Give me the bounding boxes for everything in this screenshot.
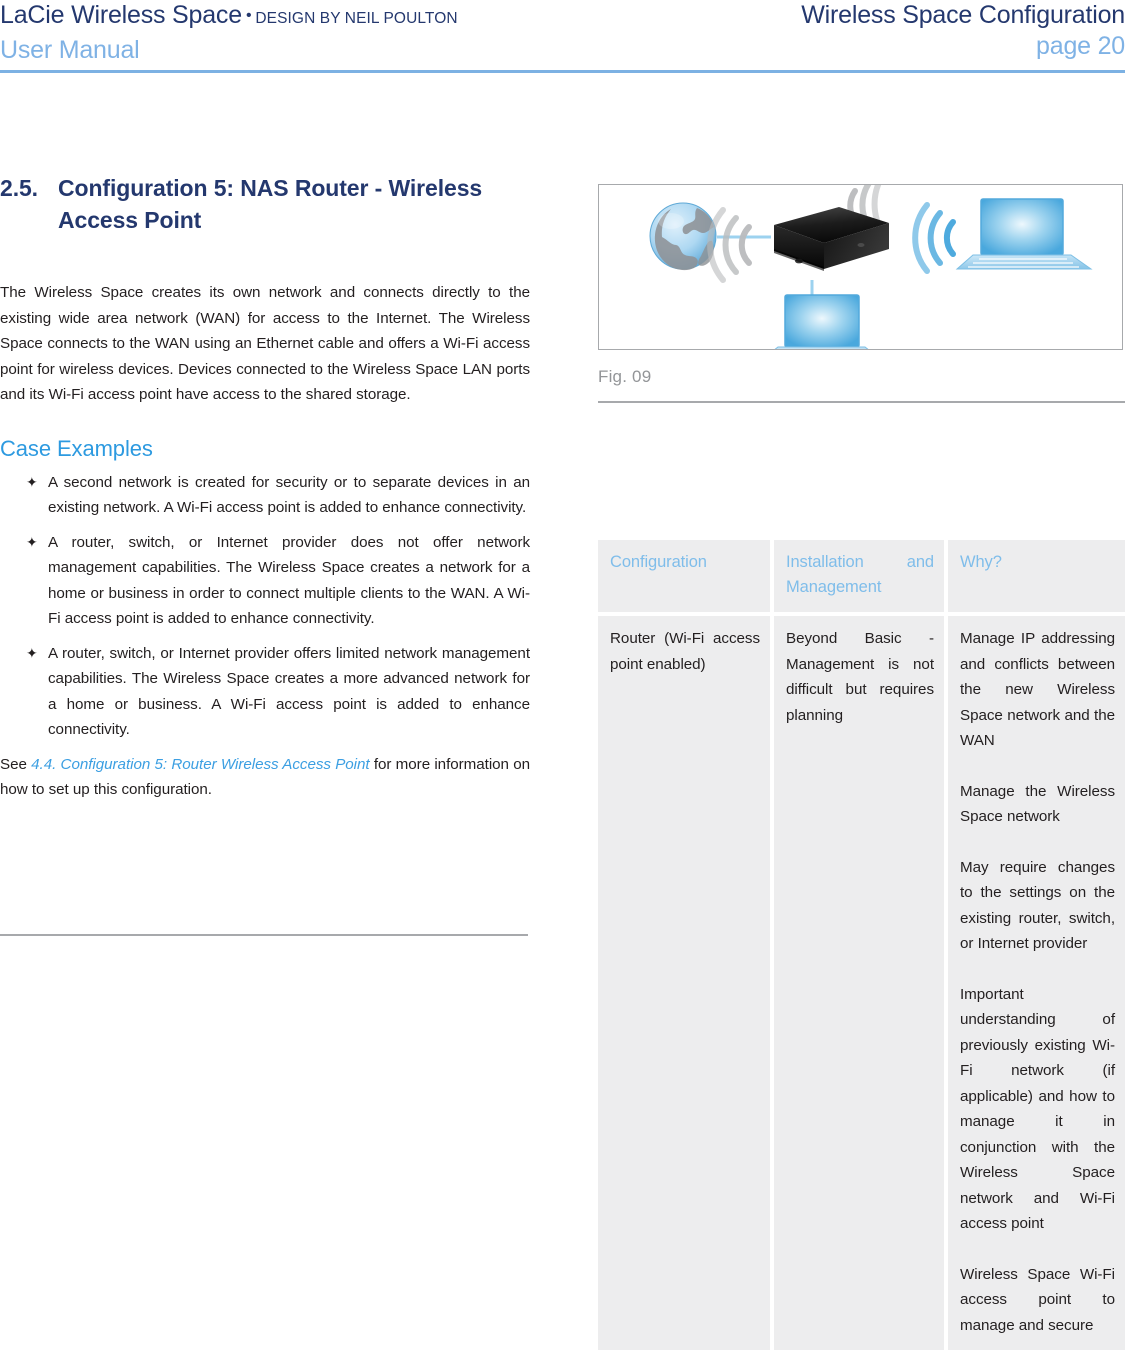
bullet-star-icon: ✦ bbox=[26, 644, 38, 661]
list-item-text: A second network is created for security… bbox=[48, 473, 530, 517]
cell-paragraph: Router (Wi-Fi access point enabled) bbox=[610, 630, 760, 673]
network-diagram bbox=[649, 185, 1093, 349]
page-number: page 20 bbox=[1036, 32, 1125, 60]
wifi-waves-blue bbox=[912, 202, 956, 274]
column-header-installation-management: Installation and Management bbox=[774, 540, 948, 616]
laptop-icon-wired bbox=[774, 294, 869, 349]
cell-paragraph: Manage IP addressing and conflicts betwe… bbox=[960, 630, 1115, 749]
header-right-block: Wireless Space Configuration page 20 bbox=[605, 0, 1125, 62]
cell-installation-management: Beyond Basic - Management is not difficu… bbox=[774, 616, 948, 1354]
list-item-text: A router, switch, or Internet provider o… bbox=[48, 644, 530, 739]
cell-paragraph: Wireless Space Wi-Fi access point to man… bbox=[960, 1265, 1115, 1334]
header-separator-dot: • bbox=[245, 7, 252, 25]
bullet-star-icon: ✦ bbox=[26, 473, 38, 490]
cell-paragraph: Beyond Basic - Management is not difficu… bbox=[786, 630, 934, 724]
bullet-star-icon: ✦ bbox=[26, 533, 38, 550]
left-column-divider bbox=[0, 934, 528, 936]
list-item-text: A router, switch, or Internet provider d… bbox=[48, 533, 530, 628]
cell-paragraph: Manage the Wireless Space network bbox=[960, 782, 1115, 826]
nas-device-icon bbox=[774, 207, 889, 271]
cross-reference-link[interactable]: 4.4. Configuration 5: Router Wireless Ac… bbox=[31, 756, 369, 773]
cell-why: Manage IP addressing and conflicts betwe… bbox=[948, 616, 1125, 1354]
case-examples-list: ✦ A second network is created for securi… bbox=[0, 470, 530, 743]
table-body: Router (Wi-Fi access point enabled) Beyo… bbox=[598, 616, 1125, 1354]
configuration-table: Configuration Installation and Managemen… bbox=[598, 540, 1125, 1354]
globe-icon bbox=[649, 202, 717, 271]
cell-paragraph: May require changes to the settings on t… bbox=[960, 858, 1115, 953]
see-prefix: See bbox=[0, 755, 32, 773]
header-brand-line: LaCie Wireless Space • DESIGN BY NEIL POUL… bbox=[0, 0, 620, 34]
figure-caption: Fig. 09 bbox=[598, 367, 652, 386]
list-item: ✦ A router, switch, or Internet provider… bbox=[0, 641, 530, 743]
section-title-text: Configuration 5: NAS Router - Wireless A… bbox=[58, 175, 483, 233]
brand-name: LaCie Wireless Space bbox=[0, 1, 242, 29]
chapter-title: Wireless Space Configuration bbox=[801, 1, 1125, 29]
column-header-configuration: Configuration bbox=[598, 540, 774, 616]
cross-reference-paragraph: See 4.4. Configuration 5: Router Wireles… bbox=[0, 752, 530, 803]
case-examples-heading: Case Examples bbox=[0, 435, 153, 461]
table-header-row: Configuration Installation and Managemen… bbox=[598, 540, 1125, 616]
cell-configuration: Router (Wi-Fi access point enabled) bbox=[598, 616, 774, 1354]
figure-block: Fig. 09 bbox=[598, 184, 1125, 403]
page-title: 2.5. Configuration 5: NAS Router - Wirel… bbox=[0, 172, 530, 236]
header-divider bbox=[0, 70, 1125, 73]
design-credit: DESIGN BY NEIL POULTON bbox=[255, 10, 458, 27]
figure-divider bbox=[598, 401, 1125, 403]
cell-paragraph: Important understanding of previously ex… bbox=[960, 985, 1115, 1233]
laptop-icon-wireless bbox=[955, 198, 1093, 270]
page-header: LaCie Wireless Space • DESIGN BY NEIL POUL… bbox=[0, 0, 1125, 72]
section-number: 2.5. bbox=[0, 175, 38, 201]
figure-image-frame bbox=[598, 184, 1123, 350]
table-row: Router (Wi-Fi access point enabled) Beyo… bbox=[598, 616, 1125, 1354]
manual-label: User Manual bbox=[0, 36, 140, 64]
list-item: ✦ A router, switch, or Internet provider… bbox=[0, 530, 530, 632]
left-text-column: 2.5. Configuration 5: NAS Router - Wirel… bbox=[0, 172, 530, 803]
list-item: ✦ A second network is created for securi… bbox=[0, 470, 530, 521]
wifi-waves-grey-left bbox=[707, 207, 752, 283]
table-head: Configuration Installation and Managemen… bbox=[598, 540, 1125, 616]
column-header-why: Why? bbox=[948, 540, 1125, 616]
intro-paragraph: The Wireless Space creates its own netwo… bbox=[0, 284, 530, 403]
header-left-block: LaCie Wireless Space • DESIGN BY NEIL POUL… bbox=[0, 0, 620, 66]
